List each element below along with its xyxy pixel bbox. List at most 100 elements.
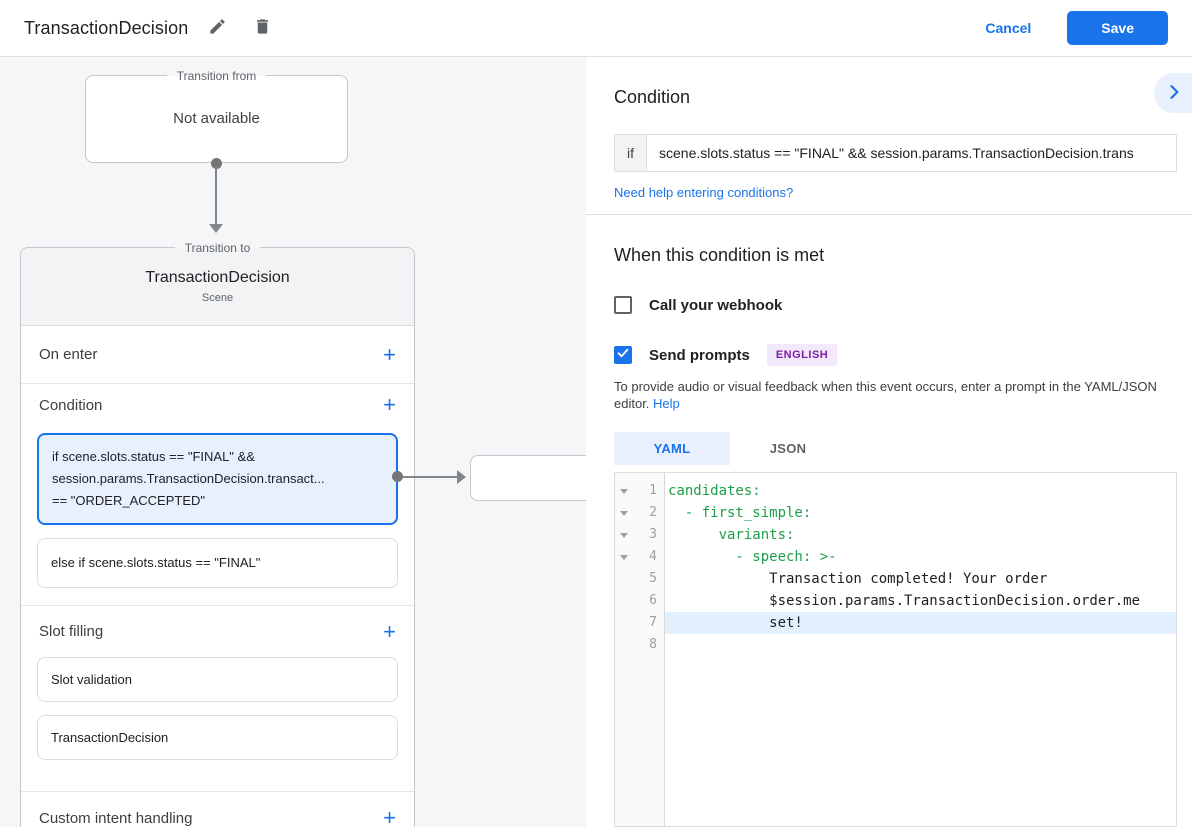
connector-line-horizontal: [402, 476, 458, 478]
fold-toggle[interactable]: [615, 524, 633, 546]
transition-to-card: Transition to TransactionDecision Scene …: [20, 247, 415, 827]
condition-expression-input[interactable]: [647, 135, 1176, 171]
slot-filling-section: Slot filling + Slot validation Transacti…: [21, 606, 414, 792]
scene-type: Scene: [202, 292, 233, 304]
line-number: 5: [633, 568, 665, 590]
code-text: Transaction completed! Your order: [665, 568, 1176, 590]
condition-card-else[interactable]: else if scene.slots.status == "FINAL": [37, 538, 398, 588]
cancel-button[interactable]: Cancel: [985, 20, 1031, 36]
send-prompts-row: Send prompts ENGLISH: [614, 344, 1177, 366]
prompt-description: To provide audio or visual feedback when…: [614, 378, 1177, 412]
code-text: candidates:: [665, 480, 1176, 502]
condition-card-selected[interactable]: if scene.slots.status == "FINAL" && sess…: [37, 433, 398, 525]
line-number: 1: [633, 480, 665, 502]
add-on-enter-button[interactable]: +: [383, 345, 396, 365]
transition-target-box: [470, 455, 586, 501]
editor-line: 6 $session.params.TransactionDecision.or…: [615, 590, 1176, 612]
editor-line-active: 7 set!: [615, 612, 1176, 634]
custom-intent-label: Custom intent handling: [39, 810, 192, 827]
description-text: To provide audio or visual feedback when…: [614, 379, 1157, 394]
condition-expression-row: if: [614, 134, 1177, 172]
fold-arrow-icon: [620, 511, 628, 516]
connector-line-vertical: [215, 167, 217, 225]
code-text: - first_simple:: [665, 502, 1176, 524]
when-condition-title: When this condition is met: [614, 245, 1177, 266]
tab-yaml[interactable]: YAML: [614, 432, 730, 465]
send-prompts-label: Send prompts: [649, 347, 750, 364]
condition-text-line: == "ORDER_ACCEPTED": [52, 490, 383, 512]
scene-header: TransactionDecision Scene: [21, 248, 414, 326]
code-text: - speech: >-: [665, 546, 1176, 568]
transition-from-value: Not available: [86, 110, 347, 127]
on-enter-section: On enter +: [21, 326, 414, 384]
arrow-down-icon: [209, 224, 223, 233]
condition-text-line: session.params.TransactionDecision.trans…: [52, 468, 383, 490]
code-text: set!: [665, 612, 1176, 634]
arrow-right-icon: [457, 470, 466, 484]
call-webhook-label: Call your webhook: [649, 297, 782, 314]
line-number: 3: [633, 524, 665, 546]
divider: [586, 214, 1192, 215]
condition-detail-panel: Condition if Need help entering conditio…: [586, 57, 1192, 827]
panel-title: Condition: [614, 87, 690, 108]
editor-line: 4 - speech: >-: [615, 546, 1176, 568]
description-text: editor.: [614, 396, 649, 411]
transition-to-label: Transition to: [175, 240, 261, 256]
slot-card-transaction-decision[interactable]: TransactionDecision: [37, 715, 398, 760]
send-prompts-checkbox[interactable]: [614, 346, 632, 364]
save-button[interactable]: Save: [1067, 11, 1168, 45]
editor-line: 3 variants:: [615, 524, 1176, 546]
condition-text-line: else if scene.slots.status == "FINAL": [51, 552, 384, 574]
fold-toggle[interactable]: [615, 546, 633, 568]
flow-canvas: Transition from Not available Transition…: [0, 57, 586, 827]
line-number: 8: [633, 634, 665, 656]
chevron-right-icon: [1164, 82, 1184, 105]
code-text: [665, 634, 1176, 656]
fold-arrow-icon: [620, 555, 628, 560]
fold-arrow-icon: [620, 533, 628, 538]
custom-intent-section: Custom intent handling +: [21, 792, 414, 827]
pencil-icon: [208, 17, 227, 39]
fold-toggle[interactable]: [615, 480, 633, 502]
add-custom-intent-button[interactable]: +: [383, 808, 396, 827]
if-prefix-label: if: [615, 135, 647, 171]
condition-section-label: Condition: [39, 397, 102, 414]
add-condition-button[interactable]: +: [383, 395, 396, 415]
line-number: 2: [633, 502, 665, 524]
webhook-row: Call your webhook: [614, 296, 1177, 314]
checkmark-icon: [616, 346, 630, 365]
page-title: TransactionDecision: [24, 18, 188, 39]
scene-editor: TransactionDecision Cancel Save Transiti…: [0, 0, 1192, 827]
call-webhook-checkbox[interactable]: [614, 296, 632, 314]
collapse-panel-button[interactable]: [1154, 73, 1192, 113]
code-text: $session.params.TransactionDecision.orde…: [665, 590, 1176, 612]
condition-help-link[interactable]: Need help entering conditions?: [614, 185, 1177, 200]
language-badge: ENGLISH: [767, 344, 837, 366]
delete-button[interactable]: [247, 11, 278, 45]
fold-arrow-icon: [620, 489, 628, 494]
code-text: variants:: [665, 524, 1176, 546]
yaml-editor[interactable]: 1 candidates: 2 - first_simple: 3 varian…: [614, 472, 1177, 827]
line-number: 7: [633, 612, 665, 634]
slot-filling-label: Slot filling: [39, 623, 103, 640]
fold-toggle[interactable]: [615, 502, 633, 524]
condition-text-line: if scene.slots.status == "FINAL" &&: [52, 446, 383, 468]
editor-line: 5 Transaction completed! Your order: [615, 568, 1176, 590]
scene-name: TransactionDecision: [145, 269, 289, 287]
top-bar: TransactionDecision Cancel Save: [0, 0, 1192, 57]
line-number: 6: [633, 590, 665, 612]
on-enter-label: On enter: [39, 346, 97, 363]
condition-section: Condition + if scene.slots.status == "FI…: [21, 384, 414, 606]
line-number: 4: [633, 546, 665, 568]
add-slot-button[interactable]: +: [383, 622, 396, 642]
editor-line: 2 - first_simple:: [615, 502, 1176, 524]
slot-card-validation[interactable]: Slot validation: [37, 657, 398, 702]
editor-tabs: YAML JSON: [614, 432, 1177, 465]
transition-from-label: Transition from: [167, 68, 267, 84]
trash-icon: [253, 17, 272, 39]
tab-json[interactable]: JSON: [730, 432, 846, 465]
editor-line: 8: [615, 634, 1176, 656]
help-link[interactable]: Help: [653, 396, 680, 411]
transition-from-box: Transition from Not available: [85, 75, 348, 163]
edit-button[interactable]: [202, 11, 233, 45]
